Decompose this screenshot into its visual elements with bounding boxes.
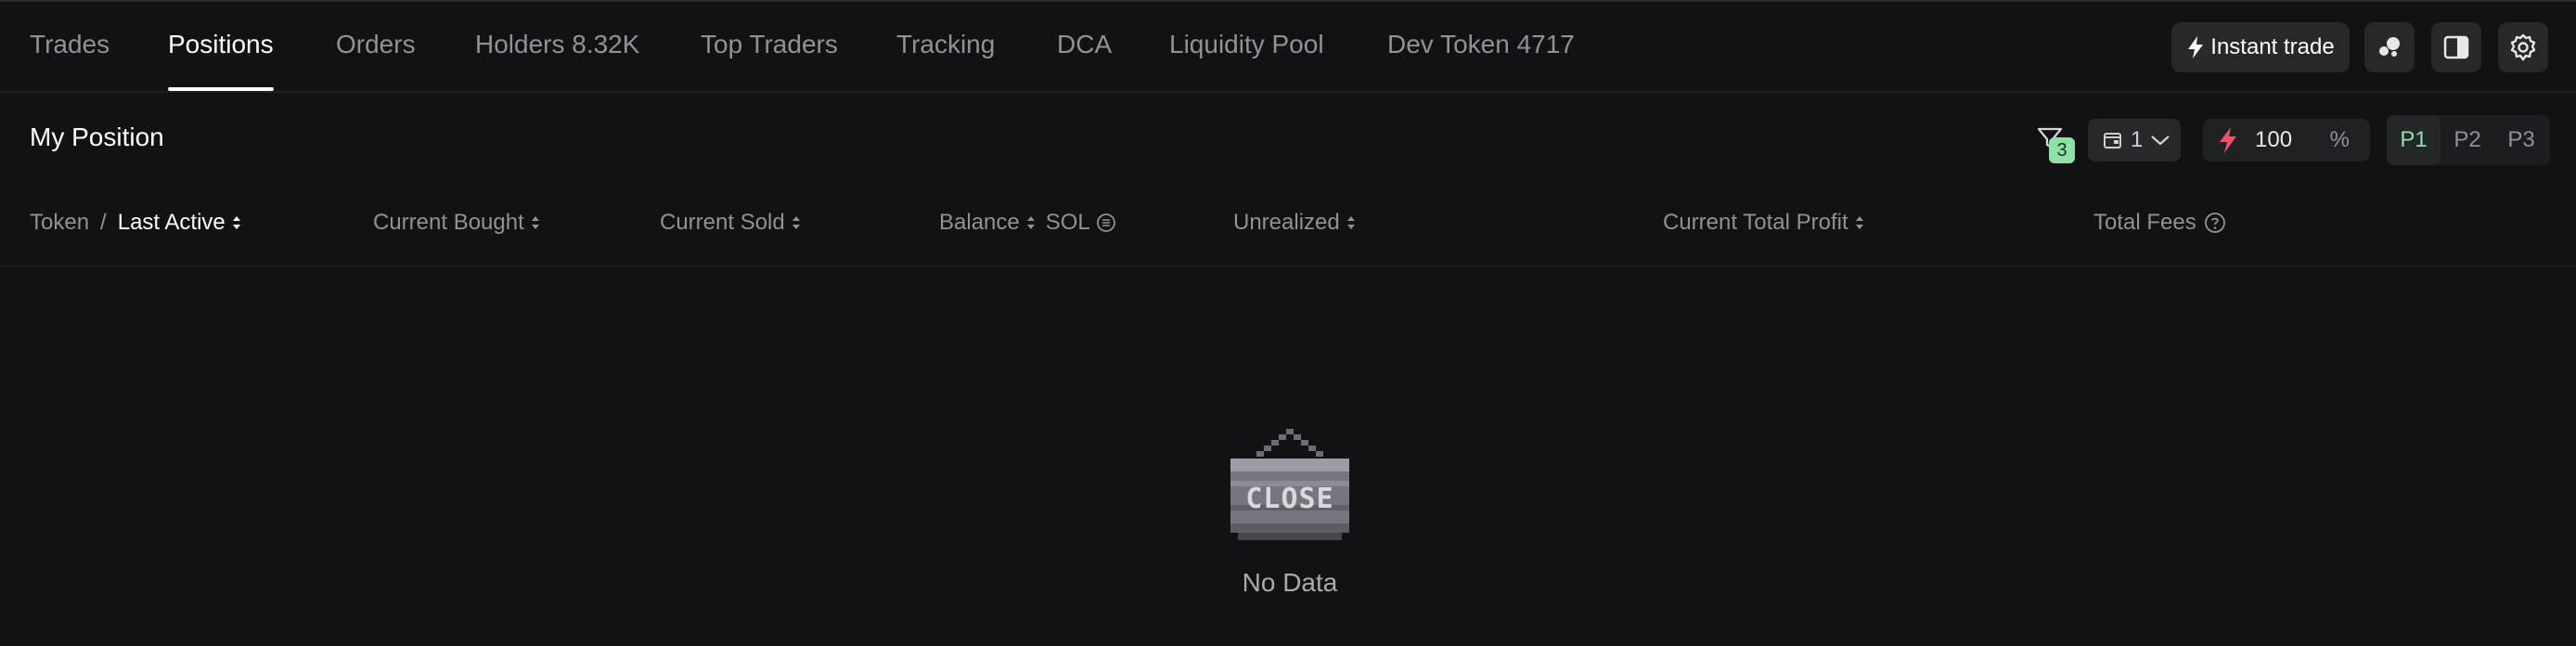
panel-icon: [2443, 35, 2469, 59]
column-separator: /: [100, 210, 107, 235]
token-label: Token: [30, 210, 90, 235]
filter-count-badge: 3: [2049, 137, 2075, 163]
sort-icon: [232, 216, 240, 229]
empty-state: CLOSE No Data: [1225, 427, 1355, 613]
tab-liquidity-pool[interactable]: Liquidity Pool: [1169, 2, 1324, 91]
preset-group: P1 P2 P3: [2387, 115, 2550, 165]
closed-sign-text: CLOSE: [1245, 483, 1334, 515]
column-token[interactable]: Token / Last Active: [30, 210, 242, 236]
settings-button[interactable]: [2498, 22, 2548, 72]
column-unrealized[interactable]: Unrealized: [1233, 210, 1357, 236]
current-bought-label: Current Bought: [373, 210, 524, 235]
amount-value: 100: [2255, 127, 2293, 152]
column-current-total-profit[interactable]: Current Total Profit: [1663, 210, 1865, 236]
column-total-fees: Total Fees: [2093, 210, 2226, 236]
instant-trade-button[interactable]: Instant trade: [2171, 22, 2350, 72]
current-sold-label: Current Sold: [660, 210, 785, 235]
chevron-down-icon: [2151, 136, 2170, 146]
sort-icon: [1026, 216, 1035, 229]
tab-bar: Trades Positions Orders Holders 8.32K To…: [0, 2, 2576, 93]
column-current-bought[interactable]: Current Bought: [373, 210, 541, 236]
sol-label[interactable]: SOL: [1046, 210, 1090, 236]
last-active-label[interactable]: Last Active: [118, 210, 225, 236]
bubbles-button[interactable]: [2364, 22, 2415, 72]
instant-trade-label: Instant trade: [2210, 34, 2335, 59]
tab-top-traders[interactable]: Top Traders: [701, 2, 838, 91]
preset-p3[interactable]: P3: [2494, 115, 2548, 165]
amount-unit: %: [2329, 127, 2350, 152]
sort-icon: [1346, 216, 1355, 229]
tab-trades[interactable]: Trades: [30, 2, 109, 91]
tab-orders[interactable]: Orders: [336, 2, 416, 91]
column-current-sold[interactable]: Current Sold: [660, 210, 802, 236]
preset-p2[interactable]: P2: [2441, 115, 2494, 165]
tab-dca[interactable]: DCA: [1057, 2, 1112, 91]
page-title: My Position: [30, 123, 164, 151]
balance-label: Balance: [939, 210, 1020, 235]
amount-input[interactable]: 100 %: [2203, 119, 2370, 162]
tab-dev-token[interactable]: Dev Token 4717: [1387, 2, 1575, 91]
current-total-profit-label: Current Total Profit: [1663, 210, 1848, 235]
sort-icon: [1855, 216, 1863, 229]
tab-positions[interactable]: Positions: [168, 2, 274, 91]
lightning-icon: [2188, 36, 2204, 58]
sort-icon: [792, 216, 800, 229]
filter-button[interactable]: 3: [2036, 124, 2075, 165]
panel-toggle-button[interactable]: [2431, 22, 2481, 72]
unrealized-label: Unrealized: [1233, 210, 1340, 235]
help-icon[interactable]: [2204, 212, 2226, 234]
wallet-count: 1: [2131, 127, 2144, 152]
total-fees-label: Total Fees: [2093, 210, 2196, 235]
gear-icon: [2510, 33, 2536, 61]
swap-currency-icon[interactable]: [1096, 213, 1116, 233]
tab-holders[interactable]: Holders 8.32K: [475, 2, 639, 91]
no-data-label: No Data: [1242, 568, 1338, 597]
sort-icon: [531, 216, 539, 229]
preset-p1[interactable]: P1: [2387, 115, 2441, 165]
bubbles-icon: [2379, 37, 2400, 57]
lightning-icon: [2220, 127, 2236, 153]
wallet-icon: [2104, 133, 2121, 149]
header-divider: [0, 265, 2576, 267]
tab-tracking[interactable]: Tracking: [896, 2, 995, 91]
column-balance[interactable]: Balance SOL: [939, 210, 1116, 236]
wallet-select[interactable]: 1: [2088, 119, 2181, 162]
